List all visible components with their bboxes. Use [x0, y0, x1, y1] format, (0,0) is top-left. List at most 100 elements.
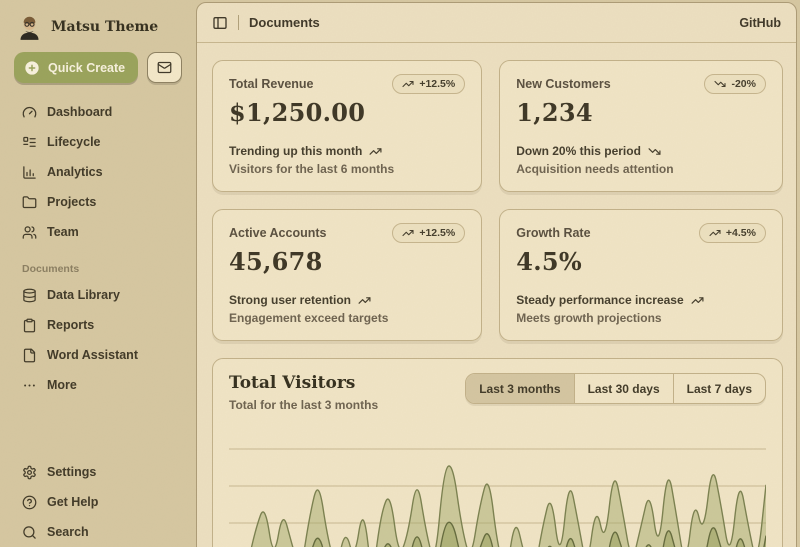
card-footer-main: Strong user retention [229, 293, 351, 307]
sidebar-item-lifecycle[interactable]: Lifecycle [14, 127, 182, 157]
clipboard-icon [22, 318, 37, 333]
chart-heading: Total Visitors Total for the last 3 mont… [229, 373, 378, 412]
trending-down-icon [648, 145, 661, 158]
database-icon [22, 288, 37, 303]
card-value: $1,250.00 [229, 98, 465, 127]
trend-badge: +4.5% [699, 223, 766, 243]
sidebar-item-label: Word Assistant [47, 348, 138, 362]
sidebar-item-label: Lifecycle [47, 135, 101, 149]
card-footer-main: Trending up this month [229, 144, 362, 158]
badge-value: -20% [731, 78, 756, 90]
sidebar-item-label: Search [47, 525, 89, 539]
sidebar-item-analytics[interactable]: Analytics [14, 157, 182, 187]
ellipsis-icon [22, 378, 37, 393]
sidebar-item-word-assistant[interactable]: Word Assistant [14, 340, 182, 370]
visitors-chart [229, 436, 766, 547]
sidebar-item-label: Data Library [47, 288, 120, 302]
sidebar-item-more[interactable]: More [14, 370, 182, 400]
trending-down-icon [714, 78, 726, 90]
users-icon [22, 225, 37, 240]
card-footer-main: Steady performance increase [516, 293, 683, 307]
stat-card-total-revenue: Total Revenue +12.5% $1,250.00 Trending … [212, 60, 482, 192]
bar-chart-icon [22, 165, 37, 180]
sidebar-item-settings[interactable]: Settings [14, 457, 182, 487]
inbox-button[interactable] [147, 52, 182, 83]
time-range-tabs: Last 3 months Last 30 days Last 7 days [465, 373, 766, 404]
breadcrumb: Documents [249, 15, 320, 30]
sidebar-main-nav: Dashboard Lifecycle Analytics Projects [14, 97, 182, 247]
file-icon [22, 348, 37, 363]
sidebar-item-team[interactable]: Team [14, 217, 182, 247]
main-panel: Documents GitHub Total Revenue +12.5% $1… [196, 2, 797, 547]
trending-up-icon [691, 294, 704, 307]
badge-value: +12.5% [419, 227, 455, 239]
topbar: Documents GitHub [197, 3, 796, 43]
github-link[interactable]: GitHub [739, 16, 781, 30]
tab-last-7-days[interactable]: Last 7 days [673, 374, 765, 403]
stat-cards-grid: Total Revenue +12.5% $1,250.00 Trending … [212, 60, 783, 341]
sidebar-item-get-help[interactable]: Get Help [14, 487, 182, 517]
sidebar-item-label: Get Help [47, 495, 98, 509]
quick-create-row: Quick Create [14, 52, 182, 83]
sidebar-item-label: More [47, 378, 77, 392]
trend-badge: -20% [704, 74, 766, 94]
quick-create-button[interactable]: Quick Create [14, 52, 138, 83]
topbar-divider [238, 15, 239, 30]
chart-area [229, 436, 766, 547]
total-visitors-card: Total Visitors Total for the last 3 mont… [212, 358, 783, 547]
trending-up-icon [358, 294, 371, 307]
sidebar-item-search[interactable]: Search [14, 517, 182, 547]
card-title: Growth Rate [516, 223, 590, 240]
sidebar-footer-nav: Settings Get Help Search [14, 457, 182, 547]
chart-subtitle: Total for the last 3 months [229, 398, 378, 412]
card-footer-sub: Acquisition needs attention [516, 162, 766, 176]
tab-last-30-days[interactable]: Last 30 days [574, 374, 673, 403]
card-footer-sub: Meets growth projections [516, 311, 766, 325]
trending-up-icon [402, 78, 414, 90]
sidebar-item-label: Team [47, 225, 79, 239]
sidebar-item-dashboard[interactable]: Dashboard [14, 97, 182, 127]
sidebar-item-label: Reports [47, 318, 94, 332]
search-icon [22, 525, 37, 540]
card-value: 4.5% [516, 247, 766, 276]
trend-badge: +12.5% [392, 74, 465, 94]
card-footer-main: Down 20% this period [516, 144, 641, 158]
mail-icon [157, 60, 172, 75]
chart-title: Total Visitors [229, 373, 378, 393]
app-title: Matsu Theme [51, 19, 158, 35]
stat-card-new-customers: New Customers -20% 1,234 Down 20% this p… [499, 60, 783, 192]
card-footer-sub: Engagement exceed targets [229, 311, 465, 325]
gauge-icon [22, 105, 37, 120]
trend-badge: +12.5% [392, 223, 465, 243]
gear-icon [22, 465, 37, 480]
sidebar: Matsu Theme Quick Create Dashboard [0, 0, 196, 547]
card-title: Active Accounts [229, 223, 326, 240]
sidebar-header[interactable]: Matsu Theme [14, 12, 182, 42]
trending-up-icon [709, 227, 721, 239]
badge-value: +12.5% [419, 78, 455, 90]
card-value: 1,234 [516, 98, 766, 127]
trending-up-icon [402, 227, 414, 239]
avatar [16, 14, 43, 41]
main-content: Total Revenue +12.5% $1,250.00 Trending … [197, 43, 796, 547]
sidebar-item-projects[interactable]: Projects [14, 187, 182, 217]
tab-last-3-months[interactable]: Last 3 months [466, 374, 573, 403]
sidebar-toggle-icon[interactable] [212, 15, 228, 31]
sidebar-documents-nav: Data Library Reports Word Assistant More [14, 280, 182, 400]
sidebar-item-data-library[interactable]: Data Library [14, 280, 182, 310]
card-footer-sub: Visitors for the last 6 months [229, 162, 465, 176]
sidebar-item-label: Projects [47, 195, 96, 209]
badge-value: +4.5% [726, 227, 756, 239]
help-circle-icon [22, 495, 37, 510]
card-title: Total Revenue [229, 74, 314, 91]
stat-card-growth-rate: Growth Rate +4.5% 4.5% Steady performanc… [499, 209, 783, 341]
list-details-icon [22, 135, 37, 150]
card-title: New Customers [516, 74, 610, 91]
card-value: 45,678 [229, 247, 465, 276]
sidebar-item-reports[interactable]: Reports [14, 310, 182, 340]
folder-icon [22, 195, 37, 210]
quick-create-label: Quick Create [48, 61, 125, 75]
sidebar-item-label: Settings [47, 465, 96, 479]
sidebar-section-label: Documents [22, 263, 182, 275]
sidebar-item-label: Analytics [47, 165, 103, 179]
